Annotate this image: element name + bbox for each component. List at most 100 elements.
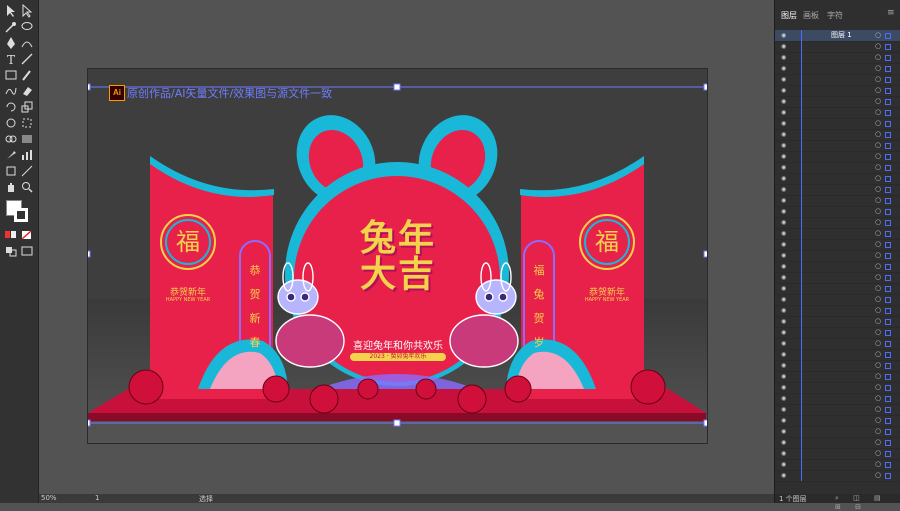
screen-mode-icon[interactable] bbox=[20, 244, 34, 258]
target-circle-icon[interactable]: ○ bbox=[875, 415, 881, 426]
slice-tool-icon[interactable] bbox=[20, 164, 34, 178]
target-circle-icon[interactable]: ○ bbox=[875, 151, 881, 162]
selection-square-icon[interactable] bbox=[885, 121, 891, 127]
zoom-tool-icon[interactable] bbox=[20, 180, 34, 194]
lasso-tool-icon[interactable] bbox=[20, 20, 34, 34]
visibility-eye-icon[interactable]: ◉ bbox=[781, 217, 786, 228]
rectangle-tool-icon[interactable] bbox=[4, 68, 18, 82]
rotate-tool-icon[interactable] bbox=[4, 100, 18, 114]
target-circle-icon[interactable]: ○ bbox=[875, 327, 881, 338]
visibility-eye-icon[interactable]: ◉ bbox=[781, 140, 786, 151]
target-circle-icon[interactable]: ○ bbox=[875, 239, 881, 250]
selection-square-icon[interactable] bbox=[885, 33, 891, 39]
tab-artboards[interactable]: 画板 bbox=[803, 10, 819, 21]
selection-square-icon[interactable] bbox=[885, 440, 891, 446]
fill-stroke-swatch[interactable] bbox=[6, 200, 30, 222]
target-circle-icon[interactable]: ○ bbox=[875, 338, 881, 349]
visibility-eye-icon[interactable]: ◉ bbox=[781, 129, 786, 140]
target-circle-icon[interactable]: ○ bbox=[875, 459, 881, 470]
selection-square-icon[interactable] bbox=[885, 286, 891, 292]
target-circle-icon[interactable]: ○ bbox=[875, 195, 881, 206]
selection-square-icon[interactable] bbox=[885, 242, 891, 248]
target-circle-icon[interactable]: ○ bbox=[875, 294, 881, 305]
target-circle-icon[interactable]: ○ bbox=[875, 283, 881, 294]
visibility-eye-icon[interactable]: ◉ bbox=[781, 338, 786, 349]
visibility-eye-icon[interactable]: ◉ bbox=[781, 294, 786, 305]
selection-square-icon[interactable] bbox=[885, 198, 891, 204]
eyedropper-tool-icon[interactable] bbox=[4, 148, 18, 162]
target-circle-icon[interactable]: ○ bbox=[875, 184, 881, 195]
target-circle-icon[interactable]: ○ bbox=[875, 360, 881, 371]
shape-builder-tool-icon[interactable] bbox=[4, 132, 18, 146]
selection-square-icon[interactable] bbox=[885, 264, 891, 270]
canvas-area[interactable]: Ai 原创作品/AI矢量文件/效果图与源文件一致 兔年 大吉 喜迎兔年和你共欢乐… bbox=[39, 0, 774, 494]
target-circle-icon[interactable]: ○ bbox=[875, 393, 881, 404]
visibility-eye-icon[interactable]: ◉ bbox=[781, 206, 786, 217]
selection-square-icon[interactable] bbox=[885, 275, 891, 281]
visibility-eye-icon[interactable]: ◉ bbox=[781, 74, 786, 85]
selection-square-icon[interactable] bbox=[885, 429, 891, 435]
visibility-eye-icon[interactable]: ◉ bbox=[781, 459, 786, 470]
target-circle-icon[interactable]: ○ bbox=[875, 426, 881, 437]
selection-square-icon[interactable] bbox=[885, 352, 891, 358]
selection-square-icon[interactable] bbox=[885, 154, 891, 160]
visibility-eye-icon[interactable]: ◉ bbox=[781, 228, 786, 239]
selection-square-icon[interactable] bbox=[885, 341, 891, 347]
selection-square-icon[interactable] bbox=[885, 462, 891, 468]
selection-square-icon[interactable] bbox=[885, 363, 891, 369]
visibility-eye-icon[interactable]: ◉ bbox=[781, 470, 786, 481]
selection-square-icon[interactable] bbox=[885, 220, 891, 226]
target-circle-icon[interactable]: ○ bbox=[875, 349, 881, 360]
panel-menu-icon[interactable]: ≡ bbox=[887, 8, 895, 18]
visibility-eye-icon[interactable]: ◉ bbox=[781, 371, 786, 382]
target-circle-icon[interactable]: ○ bbox=[875, 162, 881, 173]
line-tool-icon[interactable] bbox=[20, 52, 34, 66]
visibility-eye-icon[interactable]: ◉ bbox=[781, 195, 786, 206]
target-circle-icon[interactable]: ○ bbox=[875, 470, 881, 481]
target-circle-icon[interactable]: ○ bbox=[875, 63, 881, 74]
selection-square-icon[interactable] bbox=[885, 231, 891, 237]
visibility-eye-icon[interactable]: ◉ bbox=[781, 437, 786, 448]
visibility-eye-icon[interactable]: ◉ bbox=[781, 63, 786, 74]
scale-tool-icon[interactable] bbox=[20, 100, 34, 114]
visibility-eye-icon[interactable]: ◉ bbox=[781, 327, 786, 338]
selection-tool-icon[interactable] bbox=[4, 4, 18, 18]
selection-square-icon[interactable] bbox=[885, 44, 891, 50]
tab-layers[interactable]: 图层 bbox=[781, 10, 797, 21]
target-circle-icon[interactable]: ○ bbox=[875, 448, 881, 459]
selection-square-icon[interactable] bbox=[885, 132, 891, 138]
target-circle-icon[interactable]: ○ bbox=[875, 404, 881, 415]
visibility-eye-icon[interactable]: ◉ bbox=[781, 30, 786, 41]
visibility-eye-icon[interactable]: ◉ bbox=[781, 96, 786, 107]
target-circle-icon[interactable]: ○ bbox=[875, 228, 881, 239]
none-color-icon[interactable] bbox=[20, 228, 34, 242]
target-circle-icon[interactable]: ○ bbox=[875, 437, 881, 448]
visibility-eye-icon[interactable]: ◉ bbox=[781, 272, 786, 283]
hand-tool-icon[interactable] bbox=[4, 180, 18, 194]
target-circle-icon[interactable]: ○ bbox=[875, 316, 881, 327]
target-circle-icon[interactable]: ○ bbox=[875, 30, 881, 41]
visibility-eye-icon[interactable]: ◉ bbox=[781, 151, 786, 162]
visibility-eye-icon[interactable]: ◉ bbox=[781, 184, 786, 195]
shaper-tool-icon[interactable] bbox=[4, 84, 18, 98]
page-number[interactable]: 1 bbox=[95, 494, 99, 502]
selection-square-icon[interactable] bbox=[885, 451, 891, 457]
visibility-eye-icon[interactable]: ◉ bbox=[781, 305, 786, 316]
visibility-eye-icon[interactable]: ◉ bbox=[781, 448, 786, 459]
target-circle-icon[interactable]: ○ bbox=[875, 107, 881, 118]
selection-square-icon[interactable] bbox=[885, 110, 891, 116]
visibility-eye-icon[interactable]: ◉ bbox=[781, 283, 786, 294]
visibility-eye-icon[interactable]: ◉ bbox=[781, 107, 786, 118]
visibility-eye-icon[interactable]: ◉ bbox=[781, 415, 786, 426]
type-tool-icon[interactable]: T bbox=[4, 52, 18, 66]
graph-tool-icon[interactable] bbox=[20, 148, 34, 162]
selection-square-icon[interactable] bbox=[885, 66, 891, 72]
target-circle-icon[interactable]: ○ bbox=[875, 371, 881, 382]
target-circle-icon[interactable]: ○ bbox=[875, 129, 881, 140]
selection-square-icon[interactable] bbox=[885, 308, 891, 314]
target-circle-icon[interactable]: ○ bbox=[875, 118, 881, 129]
visibility-eye-icon[interactable]: ◉ bbox=[781, 426, 786, 437]
color-mode-icon[interactable] bbox=[4, 228, 18, 242]
selection-square-icon[interactable] bbox=[885, 209, 891, 215]
selection-square-icon[interactable] bbox=[885, 297, 891, 303]
